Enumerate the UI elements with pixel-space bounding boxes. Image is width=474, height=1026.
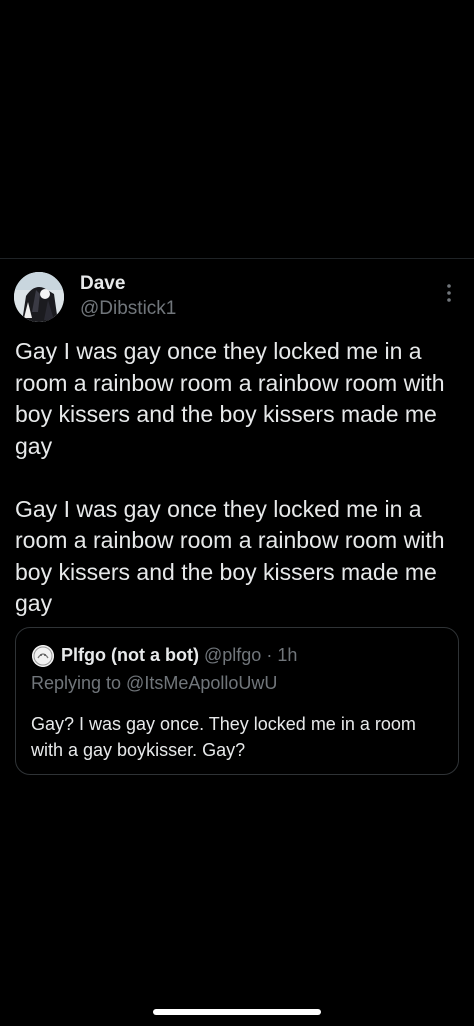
quote-header: Plfgo (not a bot) @plfgo · 1h [61,643,297,667]
quote-author-handle[interactable]: @plfgo [204,645,261,665]
quote-avatar-image [32,645,54,667]
quote-text: Gay? I was gay once. They locked me in a… [31,714,416,760]
tweet-text: Gay I was gay once they locked me in a r… [15,336,463,620]
quoted-tweet-card[interactable]: Plfgo (not a bot) @plfgo · 1h Replying t… [15,627,459,775]
more-vertical-icon[interactable] [441,282,457,304]
author-name[interactable]: Dave [80,273,125,295]
avatar-image [14,272,64,322]
quote-replying-to: Replying to @ItsMeApolloUwU [31,673,278,693]
quote-separator: · [266,645,273,665]
top-divider [0,258,474,259]
home-indicator[interactable] [153,1009,321,1015]
author-handle[interactable]: @Dibstick1 [80,298,176,320]
quote-author-name[interactable]: Plfgo (not a bot) [61,645,199,665]
tweet-paragraph: Gay I was gay once they locked me in a r… [15,495,445,617]
quote-timestamp[interactable]: 1h [277,645,297,665]
author-avatar[interactable] [14,272,64,322]
quote-avatar[interactable] [32,645,54,667]
tweet-paragraph: Gay I was gay once they locked me in a r… [15,338,445,459]
